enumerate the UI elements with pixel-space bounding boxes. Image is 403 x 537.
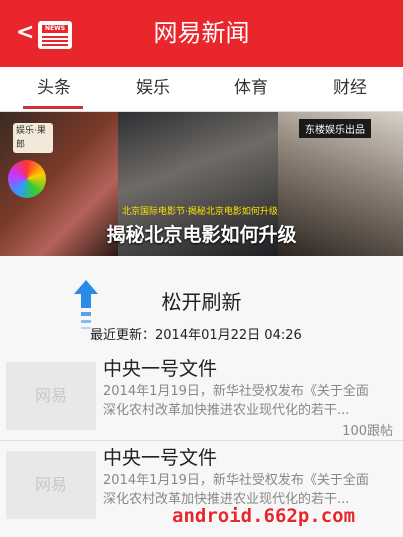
reply-count: 100跟帖 bbox=[342, 424, 393, 439]
news-thumbnail: 网易 bbox=[6, 451, 96, 519]
title-bar: < NEWS 网易新闻 bbox=[0, 0, 403, 67]
refresh-label: 松开刷新 bbox=[161, 290, 242, 314]
tab-entertainment[interactable]: 娱乐 bbox=[103, 67, 203, 111]
news-item[interactable]: 网易 中央一号文件 2014年1月19日，新华社受权发布《关于全面 深化农村改革… bbox=[0, 352, 403, 441]
page-title: 网易新闻 bbox=[153, 19, 250, 47]
watermark: android.662p.com bbox=[172, 505, 356, 527]
refresh-time: 最近更新：2014年01月22日 04:26 bbox=[90, 328, 302, 343]
news-title: 中央一号文件 bbox=[103, 447, 218, 469]
tab-sports[interactable]: 体育 bbox=[201, 67, 301, 111]
banner-tag-left: 娱乐·果郎 bbox=[13, 123, 53, 153]
tab-headlines[interactable]: 头条 bbox=[4, 67, 104, 111]
tab-indicator bbox=[23, 106, 83, 109]
banner-tag-right: 东楼娱乐出品 bbox=[299, 119, 371, 138]
news-summary: 2014年1月19日，新华社受权发布《关于全面 深化农村改革加快推进农业现代化的… bbox=[103, 384, 369, 418]
tab-finance[interactable]: 财经 bbox=[300, 67, 400, 111]
banner-subcaption: 北京国际电影节·揭秘北京电影如何升级 bbox=[122, 207, 278, 217]
tab-bar: 头条 娱乐 体育 财经 bbox=[0, 67, 403, 112]
news-thumbnail: 网易 bbox=[6, 362, 96, 430]
news-summary: 2014年1月19日，新华社受权发布《关于全面 深化农村改革加快推进农业现代化的… bbox=[103, 473, 369, 507]
news-title: 中央一号文件 bbox=[103, 358, 218, 380]
banner-caption: 揭秘北京电影如何升级 bbox=[106, 224, 297, 246]
festival-logo-icon bbox=[8, 160, 46, 198]
